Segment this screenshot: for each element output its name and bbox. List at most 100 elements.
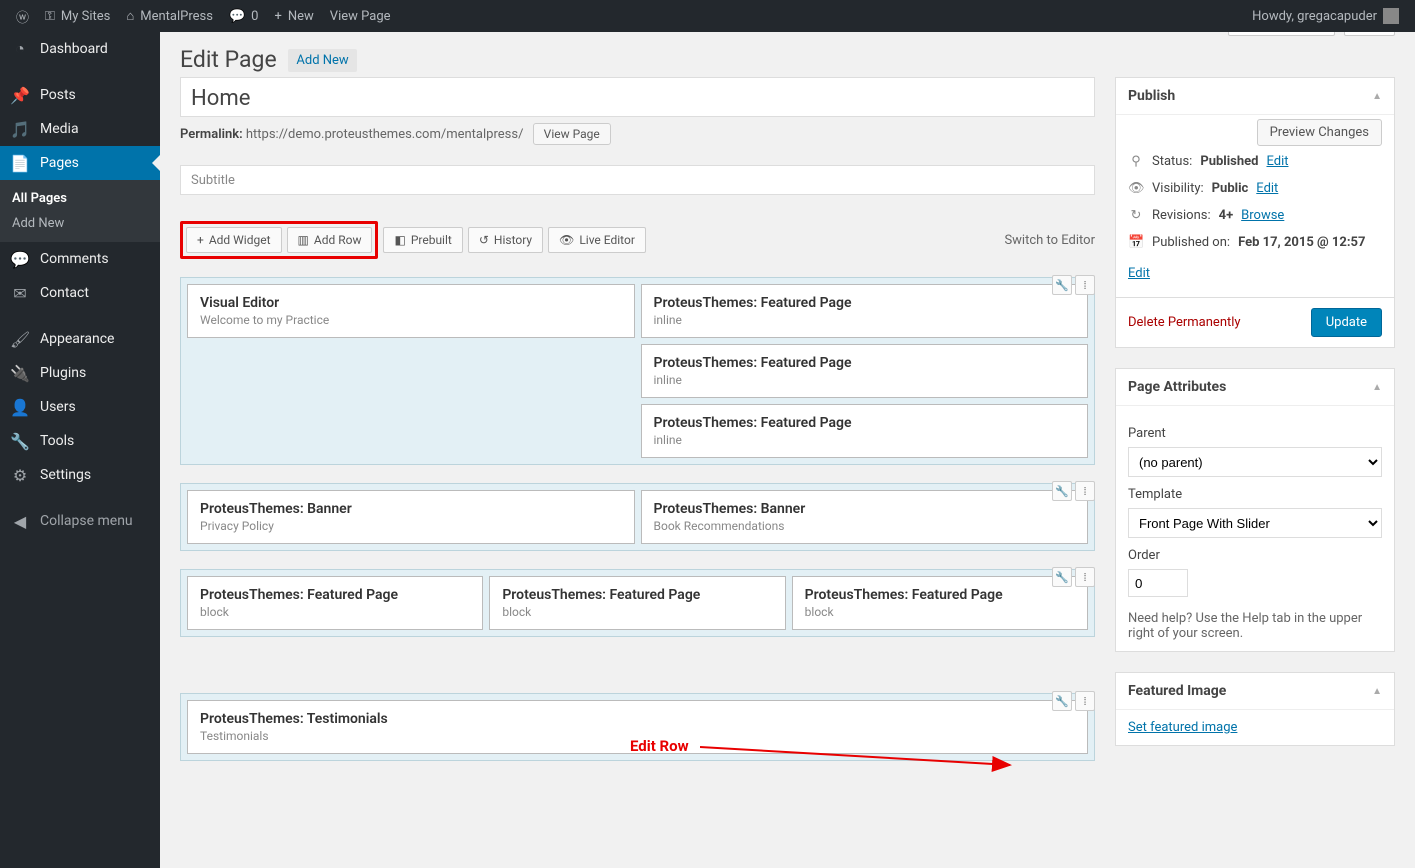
permalink-row: Permalink: https://demo.proteusthemes.co…: [180, 117, 1095, 151]
view-page[interactable]: View Page: [322, 0, 399, 32]
toggle-icon[interactable]: ▲: [1372, 686, 1382, 697]
builder-column[interactable]: Visual EditorWelcome to my Practice: [187, 284, 635, 458]
featured-image-header[interactable]: Featured Image ▲: [1116, 673, 1394, 710]
edit-row-button[interactable]: 🔧: [1052, 691, 1072, 711]
row-actions-button[interactable]: ⁞: [1075, 567, 1095, 587]
my-account[interactable]: Howdy, gregacapuder: [1244, 0, 1407, 32]
site-name[interactable]: ⌂MentalPress: [118, 0, 221, 32]
new-label: New: [288, 9, 314, 24]
menu-media[interactable]: 🎵Media: [0, 112, 160, 146]
browse-revisions-link[interactable]: Browse: [1241, 208, 1284, 223]
builder-toolbar: +Add Widget ▥Add Row ◧Prebuilt ↺History …: [180, 221, 1095, 259]
template-select[interactable]: Front Page With Slider: [1128, 508, 1382, 538]
envelope-icon: ✉: [10, 284, 30, 303]
wp-logo[interactable]: ⓦ: [8, 0, 37, 32]
new-content[interactable]: +New: [266, 0, 321, 32]
builder-column[interactable]: ProteusThemes: Featured Pageblock: [792, 576, 1088, 630]
menu-appearance[interactable]: 🖌Appearance: [0, 322, 160, 356]
menu-plugins[interactable]: 🔌Plugins: [0, 356, 160, 390]
switch-editor-link[interactable]: Switch to Editor: [1004, 233, 1095, 248]
menu-comments[interactable]: 💬Comments: [0, 242, 160, 276]
status-label: Status:: [1152, 154, 1192, 169]
menu-posts[interactable]: 📌Posts: [0, 78, 160, 112]
builder-widget[interactable]: ProteusThemes: Featured Pageblock: [187, 576, 483, 630]
published-value: Feb 17, 2015 @ 12:57: [1238, 235, 1365, 250]
parent-select[interactable]: (no parent): [1128, 447, 1382, 477]
menu-dashboard[interactable]: ◔Dashboard: [0, 32, 160, 66]
row-actions-button[interactable]: ⁞: [1075, 275, 1095, 295]
comments-bubble[interactable]: 💬0: [221, 0, 267, 32]
wrench-icon: 🔧: [10, 432, 30, 451]
builder-widget[interactable]: ProteusThemes: Featured Pageinline: [641, 284, 1089, 338]
widget-title: ProteusThemes: Banner: [654, 501, 1076, 517]
menu-users[interactable]: 👤Users: [0, 390, 160, 424]
collapse-menu[interactable]: ◀Collapse menu: [0, 504, 160, 538]
box-title: Featured Image: [1128, 683, 1226, 699]
builder-row-inner[interactable]: ProteusThemes: BannerPrivacy PolicyProte…: [180, 483, 1095, 551]
btn-label: Add Widget: [209, 233, 271, 247]
prebuilt-button[interactable]: ◧Prebuilt: [383, 227, 462, 253]
permalink-label: Permalink:: [180, 127, 243, 142]
collapse-icon: ◀: [10, 512, 30, 531]
builder-column[interactable]: ProteusThemes: BannerBook Recommendation…: [641, 490, 1089, 544]
menu-label: Tools: [40, 433, 74, 449]
help-text: Need help? Use the Help tab in the upper…: [1128, 611, 1382, 641]
row-actions-button[interactable]: ⁞: [1075, 691, 1095, 711]
builder-column[interactable]: ProteusThemes: BannerPrivacy Policy: [187, 490, 635, 544]
builder-row-inner[interactable]: Visual EditorWelcome to my PracticeProte…: [180, 277, 1095, 465]
page-attributes-header[interactable]: Page Attributes▲: [1116, 369, 1394, 406]
builder-row-inner[interactable]: ProteusThemes: Featured PageblockProteus…: [180, 569, 1095, 637]
add-new-button[interactable]: Add New: [288, 49, 356, 72]
row-actions-button[interactable]: ⁞: [1075, 481, 1095, 501]
subtitle-input[interactable]: Subtitle: [180, 165, 1095, 195]
menu-contact[interactable]: ✉Contact: [0, 276, 160, 310]
add-widget-button[interactable]: +Add Widget: [186, 227, 282, 253]
update-button[interactable]: Update: [1311, 308, 1382, 337]
submenu-all-pages[interactable]: All Pages: [0, 186, 160, 211]
home-icon: ⌂: [126, 8, 134, 24]
widget-title: ProteusThemes: Featured Page: [200, 587, 470, 603]
edit-status-link[interactable]: Edit: [1266, 154, 1288, 169]
status-value: Published: [1200, 154, 1258, 169]
published-label: Published on:: [1152, 235, 1230, 250]
my-sites[interactable]: ⚿My Sites: [37, 0, 118, 32]
builder-column[interactable]: ProteusThemes: Featured Pageblock: [187, 576, 483, 630]
builder-column[interactable]: ProteusThemes: Featured PageinlineProteu…: [641, 284, 1089, 458]
edit-date-link[interactable]: Edit: [1128, 266, 1150, 281]
set-featured-image-link[interactable]: Set featured image: [1128, 720, 1237, 735]
featured-image-box: Featured Image ▲ Set featured image: [1115, 672, 1395, 746]
title-input[interactable]: Home: [180, 77, 1095, 117]
builder-widget[interactable]: Visual EditorWelcome to my Practice: [187, 284, 635, 338]
edit-visibility-link[interactable]: Edit: [1256, 181, 1278, 196]
view-page-button[interactable]: View Page: [533, 123, 611, 145]
widget-title: ProteusThemes: Featured Page: [654, 295, 1076, 311]
delete-permanently-link[interactable]: Delete Permanently: [1128, 315, 1241, 330]
edit-row-button[interactable]: 🔧: [1052, 275, 1072, 295]
builder-widget[interactable]: ProteusThemes: Featured Pageblock: [489, 576, 785, 630]
edit-row-button[interactable]: 🔧: [1052, 481, 1072, 501]
toggle-icon[interactable]: ▲: [1372, 382, 1382, 393]
builder-widget[interactable]: ProteusThemes: BannerPrivacy Policy: [187, 490, 635, 544]
add-row-button[interactable]: ▥Add Row: [287, 227, 373, 253]
preview-changes-button[interactable]: Preview Changes: [1257, 119, 1382, 146]
menu-settings[interactable]: ⚙Settings: [0, 458, 160, 492]
publish-box-header[interactable]: Publish▲: [1116, 78, 1394, 115]
live-editor-button[interactable]: 👁Live Editor: [548, 227, 646, 253]
builder-column[interactable]: ProteusThemes: Featured Pageblock: [489, 576, 785, 630]
order-input[interactable]: [1128, 569, 1188, 597]
order-label: Order: [1128, 548, 1382, 563]
media-icon: 🎵: [10, 120, 30, 139]
builder-widget[interactable]: ProteusThemes: Featured Pageinline: [641, 404, 1089, 458]
toggle-icon[interactable]: ▲: [1372, 91, 1382, 102]
menu-tools[interactable]: 🔧 Tools: [0, 424, 160, 458]
submenu-add-new[interactable]: Add New: [0, 211, 160, 236]
widget-subtitle: block: [502, 605, 772, 619]
builder-widget[interactable]: ProteusThemes: BannerBook Recommendation…: [641, 490, 1089, 544]
menu-pages[interactable]: 📄Pages: [0, 146, 160, 180]
history-button[interactable]: ↺History: [468, 227, 543, 253]
builder-widget[interactable]: ProteusThemes: Featured Pageblock: [792, 576, 1088, 630]
annotation-arrow: [700, 739, 1060, 779]
edit-row-button[interactable]: 🔧: [1052, 567, 1072, 587]
brush-icon: 🖌: [10, 330, 30, 349]
builder-widget[interactable]: ProteusThemes: Featured Pageinline: [641, 344, 1089, 398]
